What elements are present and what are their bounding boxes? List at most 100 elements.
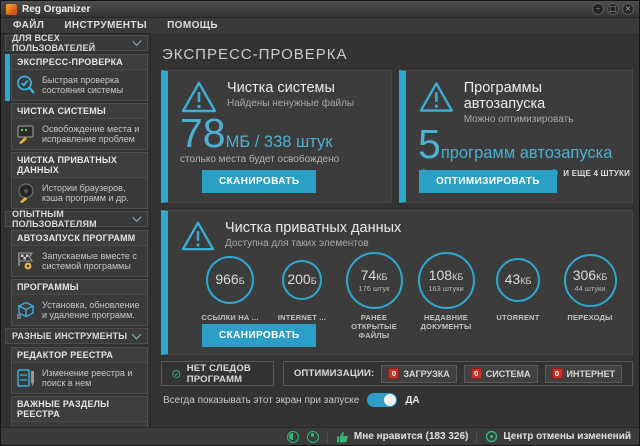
item-desc: Запускаемые вместе с системой программы [42, 251, 144, 272]
main-panel: ЭКСПРЕСС-ПРОВЕРКА Чистка системы Найдены… [151, 33, 639, 427]
stat-circle[interactable]: 966Б ССЫЛКИ НА ... [194, 250, 266, 322]
card-subtitle: Найдены ненужные файлы [227, 98, 354, 109]
circle-unit: КБ [452, 272, 463, 282]
sidebar-item-registry-editor[interactable]: РЕДАКТОР РЕЕСТРА Изменение реестра и пои… [5, 347, 148, 394]
item-desc: Установка, обновление и удаление програм… [42, 300, 144, 321]
section-header-label: ОПЫТНЫМ ПОЛЬЗОВАТЕЛЯМ [12, 209, 134, 229]
sidebar: ДЛЯ ВСЕХ ПОЛЬЗОВАТЕЛЕЙ ЭКСПРЕСС-ПРОВЕРКА… [1, 33, 151, 427]
divider [327, 431, 328, 443]
sidebar-section-advanced-users[interactable]: ОПЫТНЫМ ПОЛЬЗОВАТЕЛЯМ [5, 211, 148, 227]
magnifier-check-icon [15, 74, 37, 96]
card-subtitle: Можно оптимизировать [464, 114, 622, 125]
circle-unit: Б [311, 276, 317, 286]
sidebar-section-all-users[interactable]: ДЛЯ ВСЕХ ПОЛЬЗОВАТЕЛЕЙ [5, 35, 148, 51]
startup-toggle-state: ДА [405, 395, 419, 406]
undo-center-button[interactable]: Центр отмены изменений [485, 430, 631, 443]
check-circle-icon [172, 367, 181, 381]
zero-count-icon: 0 [552, 368, 563, 379]
circle-count: 44 штуки [574, 284, 605, 293]
thumbs-up-icon [336, 431, 349, 443]
sidebar-item-system-clean[interactable]: ЧИСТКА СИСТЕМЫ Освобождение места и испр… [5, 103, 148, 150]
sidebar-item-express-check[interactable]: ЭКСПРЕСС-ПРОВЕРКА Быстрая проверка состо… [5, 54, 148, 101]
item-label: АВТОЗАПУСК ПРОГРАММ [12, 231, 147, 246]
item-label: ЧИСТКА ПРИВАТНЫХ ДАННЫХ [12, 153, 147, 178]
sidebar-item-autorun[interactable]: АВТОЗАПУСК ПРОГРАММ Запускаемые вместе с… [5, 230, 148, 277]
circle-unit: КБ [520, 276, 531, 286]
startup-toggle-row: Всегда показывать этот экран при запуске… [163, 393, 420, 407]
divider [476, 431, 477, 443]
app-logo-icon [6, 4, 17, 15]
circle-unit: КБ [376, 272, 387, 282]
optimizations-label: ОПТИМИЗАЦИИ: [294, 368, 375, 379]
badge-internet[interactable]: 0 ИНТЕРНЕТ [545, 365, 622, 383]
chip-label: И ЕЩЕ 4 ШТУКИ [563, 169, 630, 178]
system-clean-stats: 78МБ / 338 штук [168, 114, 391, 152]
circle-unit: КБ [596, 272, 607, 282]
page-title: ЭКСПРЕСС-ПРОВЕРКА [162, 46, 348, 63]
optimize-button[interactable]: ОПТИМИЗИРОВАТЬ [419, 170, 557, 193]
circle-value: 200 [287, 271, 310, 287]
stat-circle[interactable]: 200Б INTERNET ... [266, 250, 338, 322]
autorun-stats: 5программ автозапуска [406, 125, 632, 163]
flag-gear-icon [15, 250, 37, 272]
optimizations-box: ОПТИМИЗАЦИИ: 0 ЗАГРУЗКА 0 СИСТЕМА 0 ИНТЕ… [283, 361, 633, 386]
card-title: Чистка системы [227, 80, 354, 96]
badge-label: ИНТЕРНЕТ [567, 369, 615, 379]
software-box-icon [15, 299, 37, 321]
circle-count: 176 штук [358, 284, 389, 293]
status-row: НЕТ СЛЕДОВ ПРОГРАММ ОПТИМИЗАЦИИ: 0 ЗАГРУ… [161, 361, 633, 386]
close-button[interactable]: × [622, 3, 634, 15]
circle-value: 306 [573, 267, 596, 283]
scan-system-button[interactable]: СКАНИРОВАТЬ [202, 170, 316, 193]
maximize-button[interactable]: □ [607, 3, 619, 15]
item-desc: Освобождение места и исправление проблем [42, 124, 144, 145]
stat-circle[interactable]: 43КБ UTORRENT [482, 250, 554, 322]
item-label: ЭКСПРЕСС-ПРОВЕРКА [12, 55, 147, 70]
social-icon-2[interactable] [307, 431, 319, 443]
item-desc: Изменение реестра и поиск в нем [42, 368, 144, 389]
warning-triangle-icon [180, 80, 218, 114]
stat-circle[interactable]: 74КБ 176 штук РАНЕЕ ОТКРЫТЫЕ ФАЙЛЫ [338, 250, 410, 340]
badge-system[interactable]: 0 СИСТЕМА [464, 365, 538, 383]
circle-value: 108 [429, 267, 452, 283]
social-icon-1[interactable] [287, 431, 299, 443]
system-clean-card: Чистка системы Найдены ненужные файлы 78… [161, 70, 392, 203]
like-button[interactable]: Мне нравится (183 326) [336, 431, 468, 443]
sidebar-item-programs[interactable]: ПРОГРАММЫ Установка, обновление и удален… [5, 279, 148, 326]
circle-label: НЕДАВНИЕ ДОКУМЕНТЫ [410, 313, 482, 331]
traces-status-box: НЕТ СЛЕДОВ ПРОГРАММ [161, 361, 274, 386]
minimize-button[interactable]: – [592, 3, 604, 15]
warning-triangle-icon [418, 80, 455, 114]
zero-count-icon: 0 [388, 368, 399, 379]
startup-toggle-label: Всегда показывать этот экран при запуске [163, 395, 359, 406]
menu-tools[interactable]: ИНСТРУМЕНТЫ [64, 20, 147, 31]
item-label: ПРОГРАММЫ [12, 280, 147, 295]
section-header-label: РАЗНЫЕ ИНСТРУМЕНТЫ [12, 331, 127, 341]
circle-label: INTERNET ... [278, 313, 326, 322]
circle-value: 966 [215, 271, 238, 287]
stat-circle[interactable]: 306КБ 44 штуки ПЕРЕХОДЫ [554, 250, 626, 322]
card-subtitle: Доступна для таких элементов [225, 238, 401, 249]
badge-label: ЗАГРУЗКА [403, 369, 449, 379]
menu-file[interactable]: ФАЙЛ [13, 20, 44, 31]
menu-help[interactable]: ПОМОЩЬ [167, 20, 218, 31]
item-label: РЕДАКТОР РЕЕСТРА [12, 348, 147, 363]
stat-circle[interactable]: 108КБ 163 штуки НЕДАВНИЕ ДОКУМЕНТЫ [410, 250, 482, 331]
startup-toggle[interactable] [367, 393, 397, 407]
sidebar-section-misc-tools[interactable]: РАЗНЫЕ ИНСТРУМЕНТЫ [5, 328, 148, 344]
circle-unit: Б [239, 276, 245, 286]
monitor-brush-icon [15, 123, 37, 145]
badge-startup[interactable]: 0 ЗАГРУЗКА [381, 365, 456, 383]
chevron-down-icon [132, 330, 142, 340]
autorun-card: Программы автозапуска Можно оптимизирова… [399, 70, 633, 203]
registry-pencil-icon [15, 367, 37, 389]
scan-private-button[interactable]: СКАНИРОВАТЬ [202, 324, 316, 347]
autorun-more-chip[interactable]: ⚙ И ЕЩЕ 4 ШТУКИ [549, 168, 630, 179]
item-label: ВАЖНЫЕ РАЗДЕЛЫ РЕЕСТРА [12, 397, 147, 422]
undo-center-label: Центр отмены изменений [503, 431, 631, 442]
circle-label: РАНЕЕ ОТКРЫТЫЕ ФАЙЛЫ [338, 313, 410, 340]
window-title: Reg Organizer [22, 4, 90, 15]
badge-label: СИСТЕМА [486, 369, 531, 379]
sidebar-item-private-clean[interactable]: ЧИСТКА ПРИВАТНЫХ ДАННЫХ Истории браузеро… [5, 152, 148, 209]
big-value: 5 [418, 121, 441, 167]
